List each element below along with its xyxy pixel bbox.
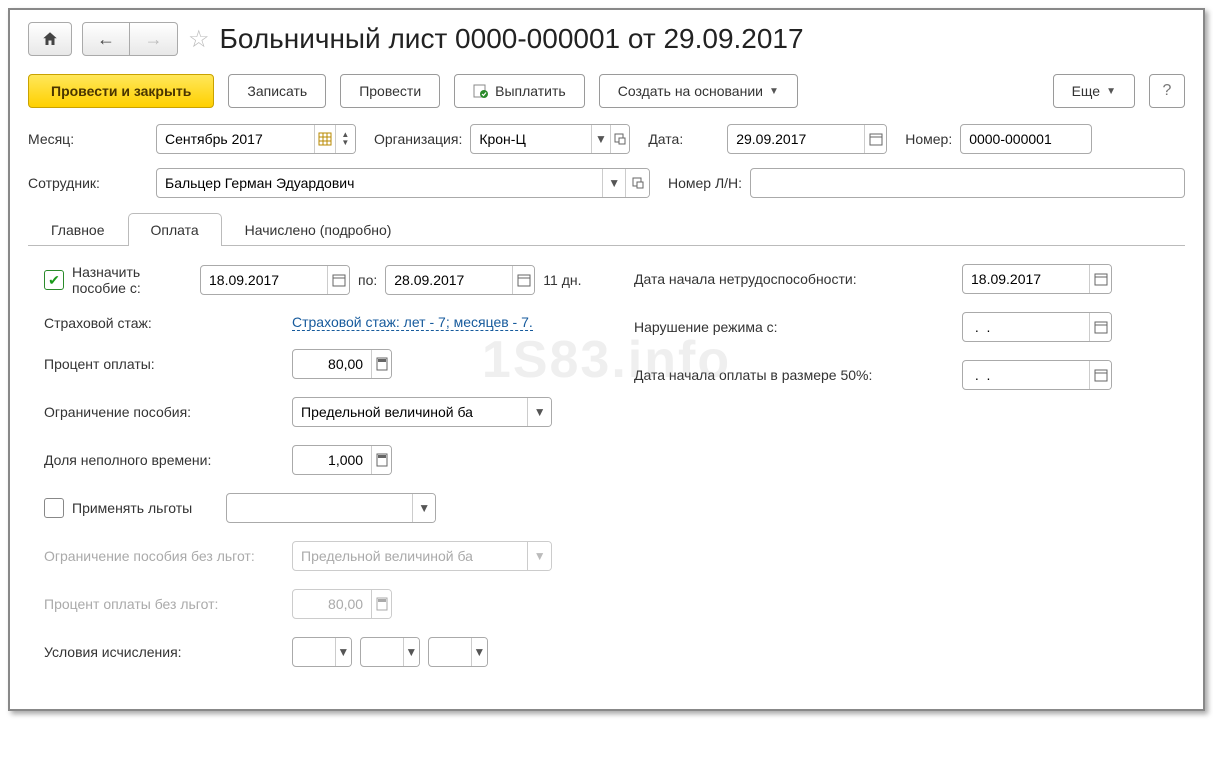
apply-benefits-label: Применять льготы — [72, 500, 192, 516]
home-icon — [41, 30, 59, 48]
dropdown-icon: ▼ — [527, 542, 551, 570]
number-label: Номер: — [905, 131, 952, 147]
percent-field[interactable] — [292, 349, 392, 379]
disability-start-field[interactable] — [962, 264, 1112, 294]
conditions-label: Условия исчисления: — [44, 644, 284, 660]
dropdown-icon[interactable]: ▼ — [335, 638, 351, 666]
limit-field[interactable]: ▼ — [292, 397, 552, 427]
dropdown-icon[interactable]: ▼ — [412, 494, 435, 522]
calendar-icon[interactable] — [512, 266, 534, 294]
org-label: Организация: — [374, 131, 462, 147]
calendar-icon[interactable] — [327, 266, 349, 294]
calculator-icon[interactable] — [371, 350, 391, 378]
dropdown-icon[interactable]: ▼ — [403, 638, 419, 666]
days-count: 11 дн. — [543, 272, 581, 288]
save-button[interactable]: Записать — [228, 74, 326, 108]
to-label: по: — [358, 272, 377, 288]
number-field[interactable] — [960, 124, 1092, 154]
dropdown-icon[interactable]: ▼ — [602, 169, 626, 197]
calendar-icon[interactable] — [1089, 265, 1111, 293]
favorite-star-icon[interactable]: ☆ — [188, 25, 210, 54]
date-to-field[interactable] — [385, 265, 535, 295]
calendar-icon[interactable] — [1089, 313, 1111, 341]
dropdown-icon[interactable]: ▼ — [527, 398, 551, 426]
part-time-label: Доля неполного времени: — [44, 452, 284, 468]
date-field[interactable] — [727, 124, 887, 154]
violation-label: Нарушение режима с: — [634, 319, 954, 335]
limit-label: Ограничение пособия: — [44, 404, 284, 420]
dropdown-icon[interactable]: ▼ — [471, 638, 487, 666]
create-based-on-button[interactable]: Создать на основании ▼ — [599, 74, 798, 108]
help-button[interactable]: ? — [1149, 74, 1185, 108]
open-icon[interactable] — [625, 169, 649, 197]
stazh-link[interactable]: Страховой стаж: лет - 7; месяцев - 7. — [292, 314, 533, 331]
month-picker-icon[interactable] — [314, 125, 334, 153]
stazh-label: Страховой стаж: — [44, 315, 284, 331]
open-icon[interactable] — [610, 125, 629, 153]
dropdown-icon[interactable]: ▼ — [591, 125, 610, 153]
tab-main[interactable]: Главное — [28, 213, 128, 246]
home-button[interactable] — [28, 22, 72, 56]
employee-label: Сотрудник: — [28, 175, 148, 191]
violation-field[interactable] — [962, 312, 1112, 342]
tabs: Главное Оплата Начислено (подробно) — [28, 212, 1185, 246]
calendar-icon[interactable] — [1089, 361, 1111, 389]
month-label: Месяц: — [28, 131, 148, 147]
calculator-icon[interactable] — [371, 446, 391, 474]
post-button[interactable]: Провести — [340, 74, 440, 108]
apply-benefits-checkbox[interactable] — [44, 498, 64, 518]
percent-label: Процент оплаты: — [44, 356, 284, 372]
forward-button: → — [130, 22, 178, 56]
part-time-field[interactable] — [292, 445, 392, 475]
tab-accrued[interactable]: Начислено (подробно) — [222, 213, 415, 246]
half-pay-field[interactable] — [962, 360, 1112, 390]
more-button[interactable]: Еще ▼ — [1053, 74, 1135, 108]
back-button[interactable]: ← — [82, 22, 130, 56]
condition1-field[interactable]: ▼ — [292, 637, 352, 667]
disability-start-label: Дата начала нетрудоспособности: — [634, 271, 954, 287]
percent-nobenefit-field — [292, 589, 392, 619]
half-pay-label: Дата начала оплаты в размере 50%: — [634, 367, 954, 383]
month-field[interactable]: ▲▼ — [156, 124, 356, 154]
ln-label: Номер Л/Н: — [668, 175, 742, 191]
limit-nobenefit-field: ▼ — [292, 541, 552, 571]
dropdown-caret-icon: ▼ — [769, 86, 779, 97]
post-and-close-button[interactable]: Провести и закрыть — [28, 74, 214, 108]
employee-field[interactable]: ▼ — [156, 168, 650, 198]
percent-nobenefit-label: Процент оплаты без льгот: — [44, 596, 284, 612]
org-field[interactable]: ▼ — [470, 124, 630, 154]
tab-payment[interactable]: Оплата — [128, 213, 222, 246]
assign-benefit-checkbox[interactable] — [44, 270, 64, 290]
page-title: Больничный лист 0000-000001 от 29.09.201… — [220, 23, 804, 55]
assign-benefit-label: Назначить пособие с: — [72, 264, 192, 296]
condition2-field[interactable]: ▼ — [360, 637, 420, 667]
benefits-field[interactable]: ▼ — [226, 493, 436, 523]
condition3-field[interactable]: ▼ — [428, 637, 488, 667]
calendar-icon[interactable] — [864, 125, 886, 153]
pay-button[interactable]: Выплатить — [454, 74, 585, 108]
limit-nobenefit-label: Ограничение пособия без льгот: — [44, 548, 284, 564]
ln-field[interactable] — [750, 168, 1185, 198]
month-spinner[interactable]: ▲▼ — [335, 125, 355, 153]
date-from-field[interactable] — [200, 265, 350, 295]
calculator-icon — [371, 590, 391, 618]
pay-icon — [473, 83, 489, 99]
dropdown-caret-icon: ▼ — [1106, 86, 1116, 97]
date-label: Дата: — [648, 131, 683, 147]
